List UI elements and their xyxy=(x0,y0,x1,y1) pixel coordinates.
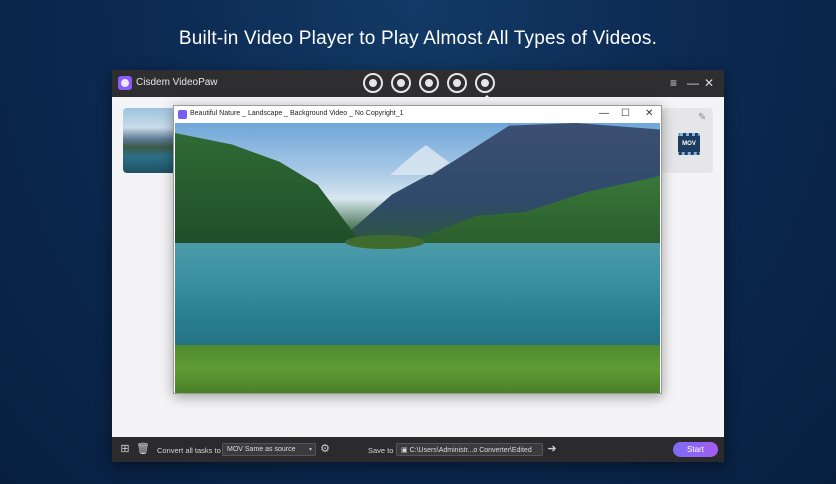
menu-icon[interactable]: ≡ xyxy=(670,76,677,90)
compress-icon[interactable] xyxy=(391,73,411,93)
grass-foreground xyxy=(175,345,660,393)
chevron-down-icon: ▾ xyxy=(308,447,312,453)
start-button[interactable]: Start xyxy=(673,442,718,457)
video-frame[interactable] xyxy=(175,123,660,393)
open-folder-icon[interactable]: ➜ xyxy=(546,443,558,455)
player-titlebar: Beautiful Nature _ Landscape _ Backgroun… xyxy=(174,106,661,123)
app-title: Cisdem VideoPaw xyxy=(136,77,218,88)
app-logo-icon xyxy=(118,76,132,90)
player-title: Beautiful Nature _ Landscape _ Backgroun… xyxy=(190,110,404,117)
edit-video-icon[interactable] xyxy=(419,73,439,93)
format-badge: MOV xyxy=(678,133,700,155)
video-thumbnail[interactable] xyxy=(123,108,178,173)
convert-icon[interactable] xyxy=(363,73,383,93)
folder-icon: ▣ xyxy=(401,447,410,454)
player-maximize-icon[interactable]: ☐ xyxy=(621,108,630,120)
lake-water xyxy=(175,243,660,353)
save-path-value: C:\Users\Administr...o Converter\Edited xyxy=(409,447,532,454)
island xyxy=(345,235,425,249)
merge-icon[interactable] xyxy=(447,73,467,93)
app-titlebar: Cisdem VideoPaw ≡ — ✕ xyxy=(112,70,724,99)
minimize-icon[interactable]: — xyxy=(687,76,699,90)
trash-icon[interactable]: 🗑 xyxy=(136,443,150,455)
add-file-icon[interactable]: ⊞ xyxy=(119,443,131,455)
toolbar xyxy=(363,73,495,99)
format-select[interactable]: MOV Same as source ▾ xyxy=(222,443,316,456)
save-to-label: Save to xyxy=(368,446,394,455)
pencil-icon[interactable]: ✎ xyxy=(698,112,708,123)
player-minimize-icon[interactable]: — xyxy=(599,108,609,120)
close-icon[interactable]: ✕ xyxy=(704,76,714,90)
bottom-bar: ⊞ 🗑 Convert all tasks to MOV Same as sou… xyxy=(112,437,724,462)
convert-all-label: Convert all tasks to xyxy=(157,446,221,455)
save-path-field[interactable]: ▣ C:\Users\Administr...o Converter\Edite… xyxy=(396,443,543,456)
player-icon[interactable] xyxy=(475,73,495,99)
format-select-value: MOV Same as source xyxy=(227,446,296,453)
forest-left xyxy=(175,133,365,248)
headline: Built-in Video Player to Play Almost All… xyxy=(178,28,658,49)
player-close-icon[interactable]: ✕ xyxy=(645,108,653,120)
video-player-window: Beautiful Nature _ Landscape _ Backgroun… xyxy=(173,105,662,394)
player-app-icon xyxy=(178,110,187,119)
gear-icon[interactable]: ⚙ xyxy=(319,443,331,455)
